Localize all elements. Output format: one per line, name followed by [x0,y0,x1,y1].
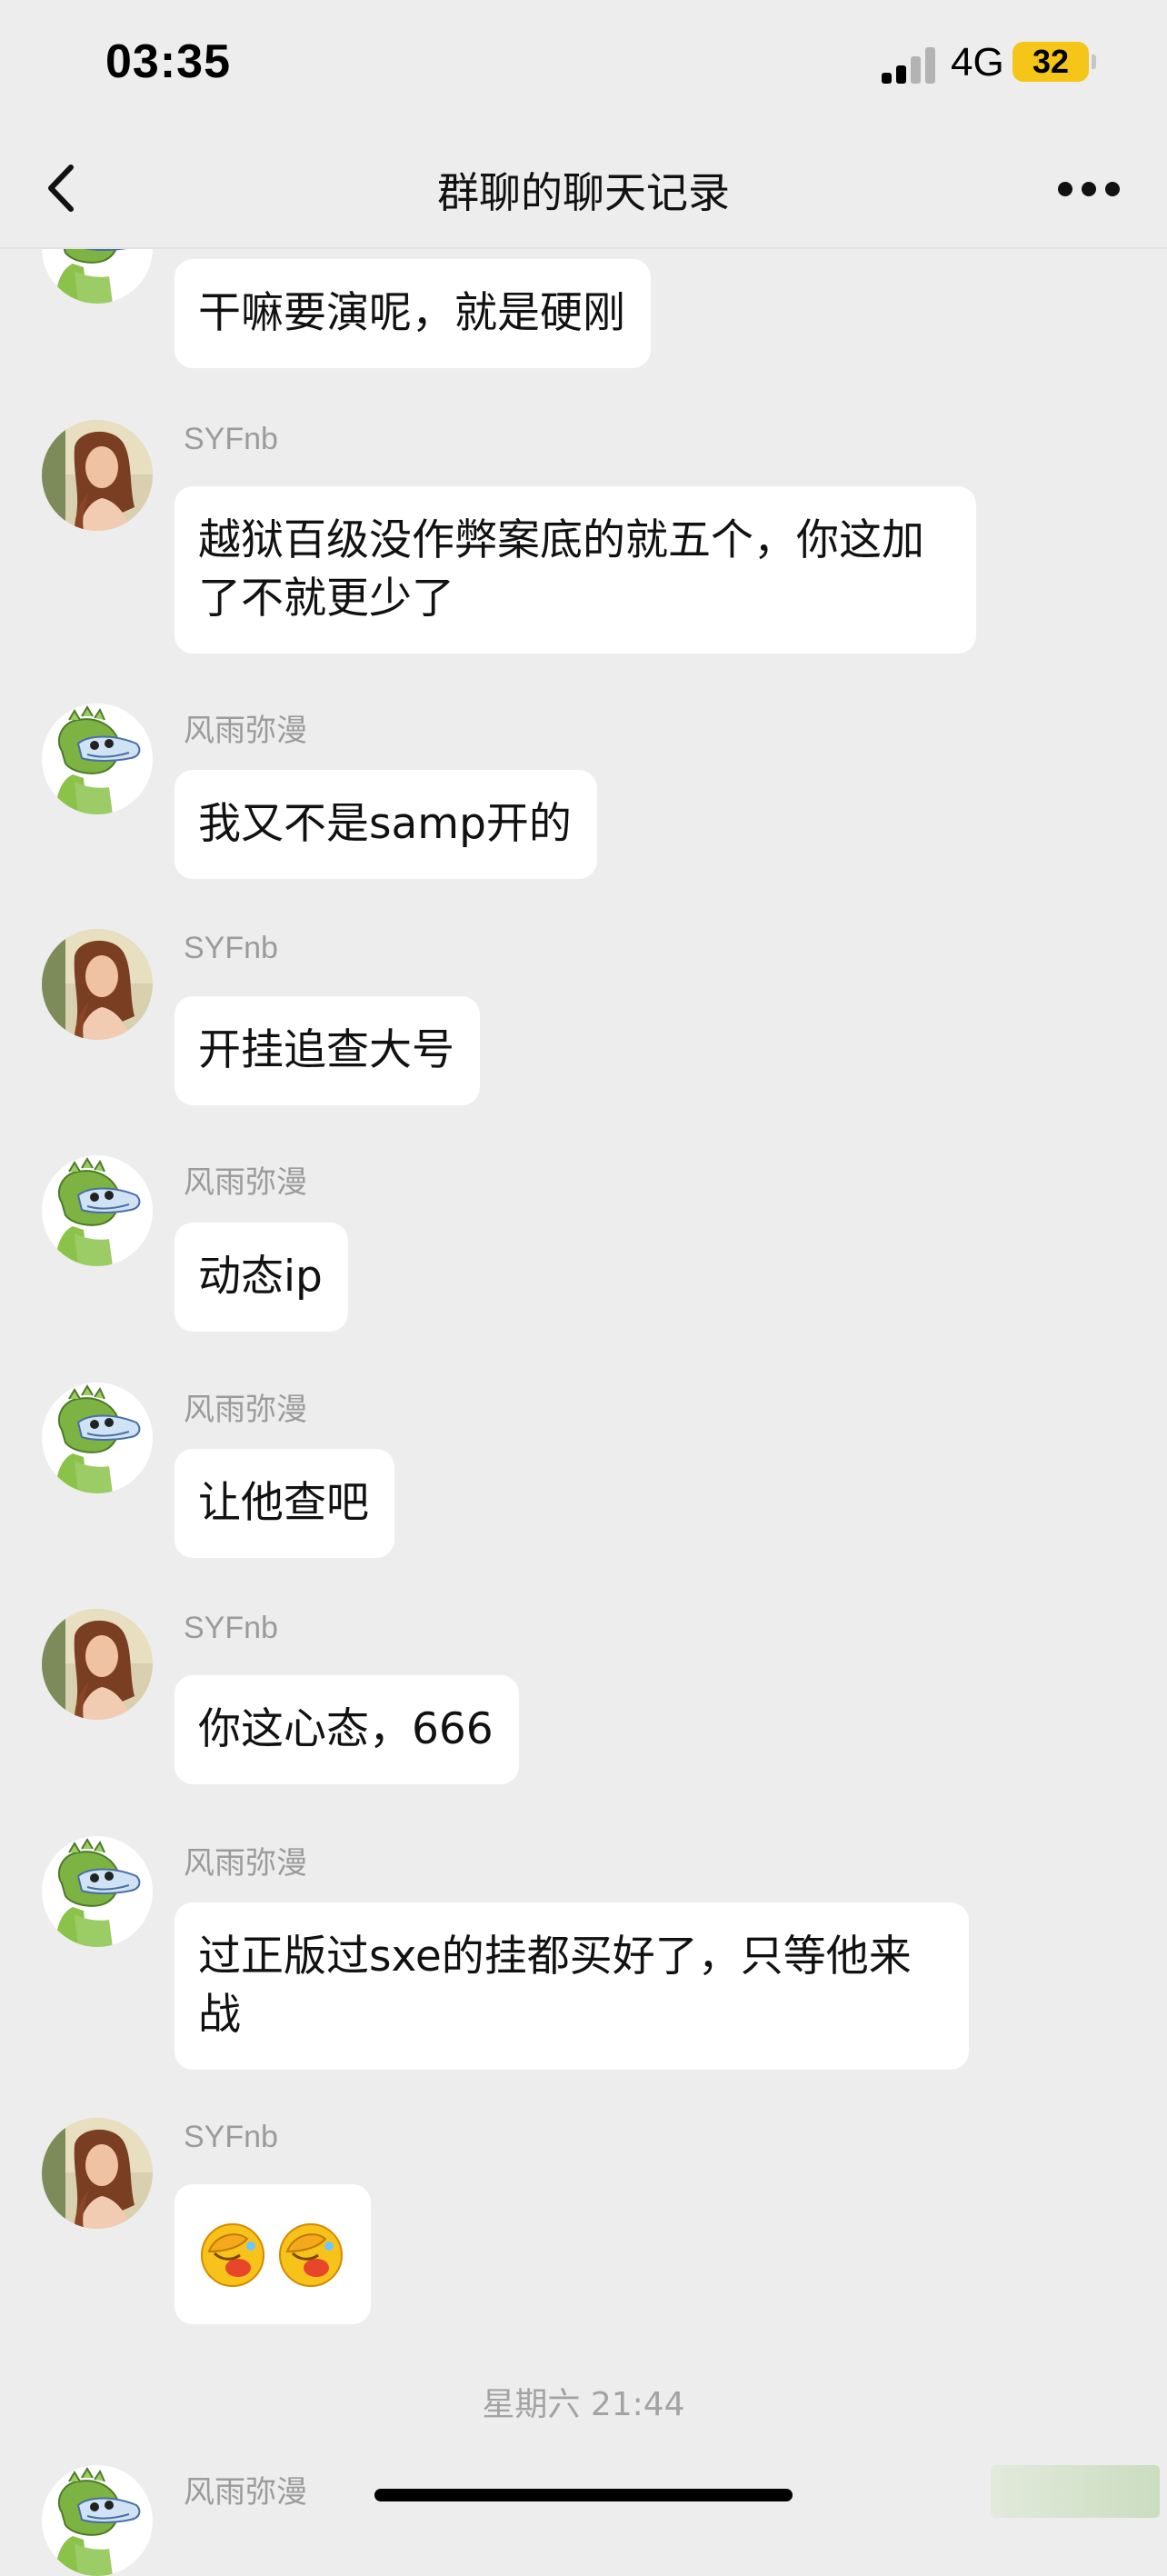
sender-name: SYFnb [184,422,278,456]
dinosaur-avatar[interactable] [42,1155,153,1266]
dinosaur-avatar[interactable] [42,704,153,814]
status-time: 03:35 [105,35,231,88]
message-bubble[interactable]: 干嘛要演呢，就是硬刚 [175,259,651,368]
message-bubble[interactable]: 过正版过sxe的挂都买好了，只等他来战 [175,1902,969,2070]
sender-name: 风雨弥漫 [184,1846,307,1881]
ellipsis-icon [1058,182,1120,196]
message-bubble[interactable]: 越狱百级没作弊案底的就五个，你这加了不就更少了 [175,486,976,654]
portrait-avatar[interactable] [42,929,153,1040]
message-bubble[interactable]: 你这心态，666 [175,1675,519,1784]
sender-name: SYFnb [184,931,278,965]
home-indicator[interactable] [374,2489,793,2501]
battery-cap [1092,55,1096,69]
message-bubble[interactable]: 让他查吧 [175,1449,394,1558]
battery-icon: 32 [1012,42,1089,82]
more-button[interactable] [1045,162,1132,216]
sender-name: SYFnb [184,2120,278,2154]
watermark-logo [991,2465,1160,2518]
dinosaur-avatar[interactable] [42,1383,153,1493]
emoji-message-bubble[interactable] [175,2184,371,2324]
sender-name: 风雨弥漫 [184,1393,307,1427]
portrait-avatar[interactable] [42,420,153,531]
sender-name: 风雨弥漫 [184,1165,307,1200]
message-bubble[interactable]: 我又不是samp开的 [175,770,597,879]
network-type: 4G [951,40,1004,85]
status-bar: 03:35 4G 32 [0,0,1167,136]
sender-name: 风雨弥漫 [184,2475,307,2510]
signal-strength-icon [882,47,938,84]
chat-list[interactable]: 干嘛要演呢，就是硬刚 SYFnb 越狱百级没作弊案底的就五个，你这加了不就更少了… [0,0,1167,2525]
timestamp-divider: 星期六 21:44 [482,2386,685,2423]
portrait-avatar[interactable] [42,2118,153,2229]
dinosaur-avatar[interactable] [42,1836,153,1947]
page-title: 群聊的聊天记录 [437,168,730,217]
message-bubble[interactable]: 动态ip [175,1223,348,1332]
facepalm-emoji [274,2219,347,2291]
sender-name: SYFnb [184,1611,278,1645]
message-bubble[interactable]: 开挂追查大号 [175,996,480,1105]
portrait-avatar[interactable] [42,1609,153,1720]
nav-bar: 群聊的聊天记录 [0,136,1167,249]
dinosaur-avatar[interactable] [42,2465,153,2576]
sender-name: 风雨弥漫 [184,714,307,748]
facepalm-emoji [196,2219,269,2291]
